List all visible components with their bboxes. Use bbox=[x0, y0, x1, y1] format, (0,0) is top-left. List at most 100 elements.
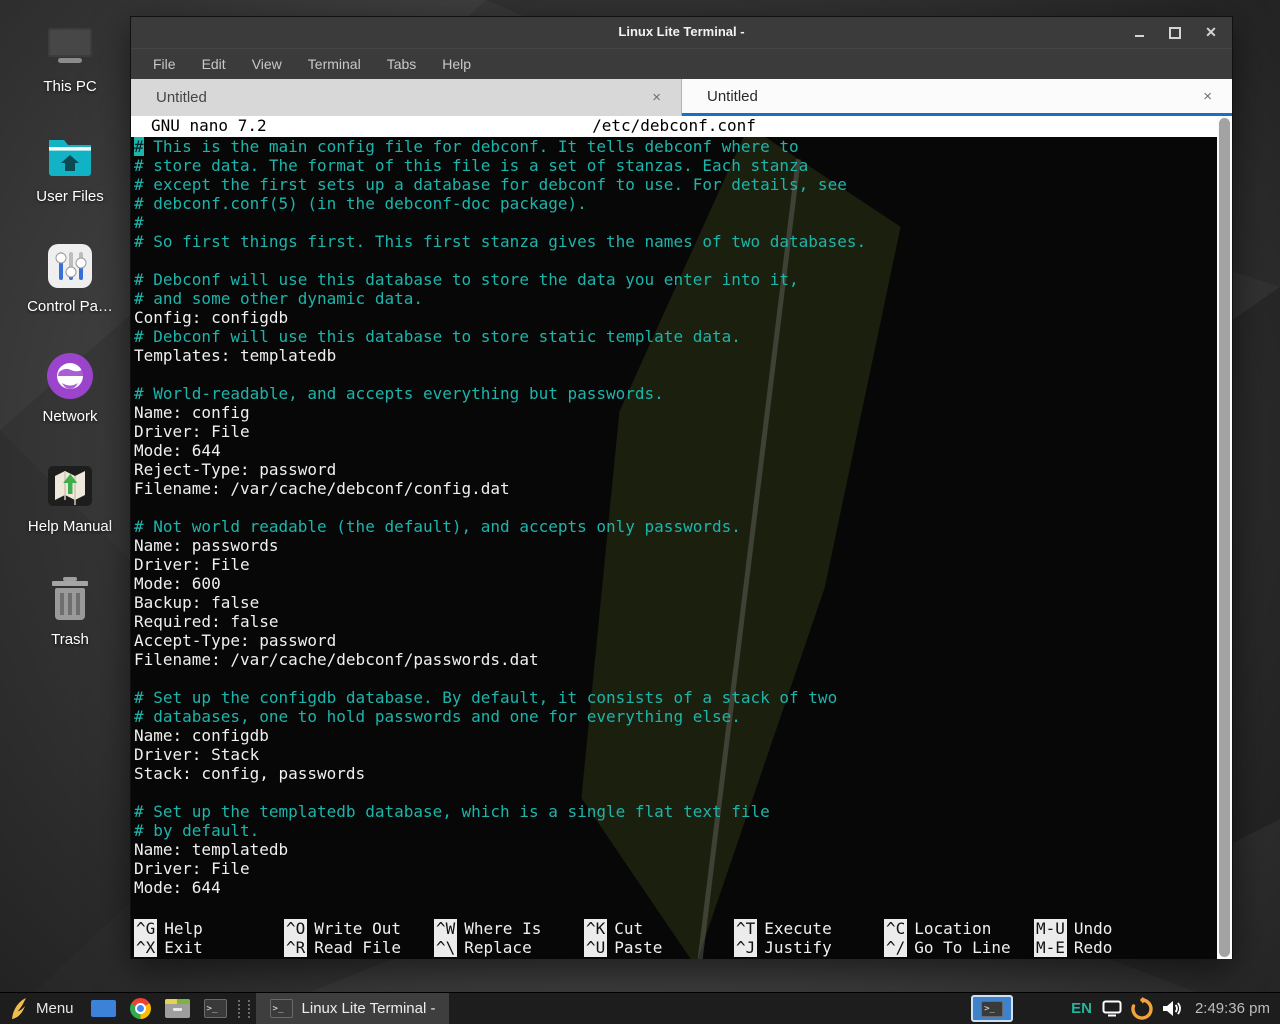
manual-map-icon bbox=[46, 462, 94, 510]
editor-line: Filename: /var/cache/debconf/passwords.d… bbox=[134, 650, 1217, 669]
nano-shortcut: ^/ Go To Line bbox=[884, 938, 1034, 957]
tab-untitled-1[interactable]: Untitled × bbox=[131, 79, 682, 116]
display-settings-icon[interactable] bbox=[1102, 1000, 1122, 1017]
desktop-pager-icon[interactable] bbox=[91, 1000, 116, 1017]
editor-line: Accept-Type: password bbox=[134, 631, 1217, 650]
desktop-icon-this-pc[interactable]: This PC bbox=[8, 22, 132, 95]
nano-shortcut: M-ERedo bbox=[1034, 938, 1112, 957]
menu-item-file[interactable]: File bbox=[140, 56, 189, 72]
editor-line: # Set up the configdb database. By defau… bbox=[134, 688, 1217, 707]
shortcut-label: Go To Line bbox=[914, 938, 1010, 957]
editor-line: Name: passwords bbox=[134, 536, 1217, 555]
minimize-button[interactable] bbox=[1132, 26, 1146, 40]
nano-shortcut: ^X Exit bbox=[134, 938, 284, 957]
terminal-screen[interactable]: GNU nano 7.2 /etc/debconf.conf # This is… bbox=[131, 116, 1217, 959]
desktop-icon-user-files[interactable]: User Files bbox=[8, 132, 132, 205]
editor-line: Required: false bbox=[134, 612, 1217, 631]
desktop-icon-network[interactable]: Network bbox=[8, 352, 132, 425]
editor-line bbox=[134, 783, 1217, 802]
shortcut-label: Exit bbox=[164, 938, 203, 957]
maximize-button[interactable] bbox=[1168, 26, 1182, 40]
task-button-terminal[interactable]: >_ Linux Lite Terminal - bbox=[256, 993, 450, 1024]
menu-item-edit[interactable]: Edit bbox=[189, 56, 239, 72]
home-folder-icon bbox=[46, 132, 94, 180]
shortcut-key: ^/ bbox=[884, 938, 907, 957]
scrollbar[interactable] bbox=[1217, 116, 1232, 959]
terminal-area: GNU nano 7.2 /etc/debconf.conf # This is… bbox=[131, 116, 1232, 959]
desktop-icon-trash[interactable]: Trash bbox=[8, 575, 132, 648]
menu-item-terminal[interactable]: Terminal bbox=[295, 56, 374, 72]
tab-untitled-2[interactable]: Untitled × bbox=[682, 79, 1232, 116]
tray-terminal-icon[interactable]: >_ bbox=[971, 995, 1013, 1022]
shortcut-key: M-U bbox=[1034, 919, 1067, 938]
desktop-icon-help-manual[interactable]: Help Manual bbox=[8, 462, 132, 535]
nano-shortcut: ^GHelp bbox=[134, 919, 284, 938]
nano-titlebar: GNU nano 7.2 /etc/debconf.conf bbox=[131, 116, 1217, 137]
updates-available-icon[interactable] bbox=[1130, 997, 1154, 1021]
globe-icon bbox=[46, 352, 94, 400]
close-button[interactable]: ✕ bbox=[1204, 26, 1218, 40]
shortcut-label: Cut bbox=[614, 919, 643, 938]
shortcut-label: Undo bbox=[1074, 919, 1113, 938]
tab-close-icon[interactable]: × bbox=[1203, 88, 1212, 105]
menu-item-tabs[interactable]: Tabs bbox=[374, 56, 430, 72]
editor-line: Driver: Stack bbox=[134, 745, 1217, 764]
desktop-icon-label: This PC bbox=[8, 78, 132, 95]
editor-line: Name: config bbox=[134, 403, 1217, 422]
menu-button[interactable]: Menu bbox=[0, 993, 84, 1024]
nano-shortcut: ^OWrite Out bbox=[284, 919, 434, 938]
tab-close-icon[interactable]: × bbox=[652, 89, 661, 106]
editor-line bbox=[134, 251, 1217, 270]
this-pc-icon bbox=[46, 22, 94, 70]
menu-button-label: Menu bbox=[36, 1000, 74, 1017]
taskbar-grip[interactable] bbox=[238, 1000, 250, 1018]
menu-item-view[interactable]: View bbox=[239, 56, 295, 72]
editor-line: Mode: 644 bbox=[134, 441, 1217, 460]
scrollbar-thumb[interactable] bbox=[1219, 118, 1230, 957]
nano-shortcut: ^KCut bbox=[584, 919, 734, 938]
clock[interactable]: 2:49:36 pm bbox=[1195, 1000, 1270, 1017]
tab-bar: Untitled × Untitled × bbox=[131, 79, 1232, 116]
shortcut-key: ^O bbox=[284, 919, 307, 938]
shortcut-key: M-E bbox=[1034, 938, 1067, 957]
editor-line: # This is the main config file for debco… bbox=[134, 137, 1217, 156]
terminal-launcher-icon[interactable]: >_ bbox=[204, 999, 227, 1018]
terminal-window: Linux Lite Terminal - ✕ FileEditViewTerm… bbox=[130, 16, 1233, 959]
shortcut-row-top: ^GHelp^OWrite Out^WWhere Is^KCut^TExecut… bbox=[134, 919, 1217, 938]
title-bar[interactable]: Linux Lite Terminal - ✕ bbox=[131, 17, 1232, 49]
desktop-icon-control-panel[interactable]: Control Pa… bbox=[8, 242, 132, 315]
chrome-launcher-icon[interactable] bbox=[130, 998, 151, 1019]
window-controls: ✕ bbox=[1132, 17, 1218, 48]
shortcut-key: ^T bbox=[734, 919, 757, 938]
shortcut-label: Execute bbox=[764, 919, 831, 938]
editor-line bbox=[134, 365, 1217, 384]
editor-line: # store data. The format of this file is… bbox=[134, 156, 1217, 175]
shortcut-key: ^U bbox=[584, 938, 607, 957]
editor-line: # World-readable, and accepts everything… bbox=[134, 384, 1217, 403]
file-manager-icon[interactable] bbox=[165, 999, 190, 1018]
taskbar: Menu >_ >_ Linux Lite Terminal - >_ EN bbox=[0, 992, 1280, 1024]
editor-line: Driver: File bbox=[134, 555, 1217, 574]
editor-line: Driver: File bbox=[134, 422, 1217, 441]
shortcut-key: ^C bbox=[884, 919, 907, 938]
menu-item-help[interactable]: Help bbox=[429, 56, 484, 72]
editor-line: Reject-Type: password bbox=[134, 460, 1217, 479]
editor-line: # Set up the templatedb database, which … bbox=[134, 802, 1217, 821]
volume-icon[interactable] bbox=[1162, 1000, 1181, 1017]
maximize-icon bbox=[1169, 27, 1181, 39]
trash-icon bbox=[46, 575, 94, 623]
shortcut-label: Replace bbox=[464, 938, 531, 957]
keyboard-layout-indicator[interactable]: EN bbox=[1071, 1000, 1092, 1017]
editor-line: Filename: /var/cache/debconf/config.dat bbox=[134, 479, 1217, 498]
editor-line: # Debconf will use this database to stor… bbox=[134, 327, 1217, 346]
editor-line: # and some other dynamic data. bbox=[134, 289, 1217, 308]
shortcut-key: ^X bbox=[134, 938, 157, 957]
nano-shortcut: ^JJustify bbox=[734, 938, 884, 957]
terminal-icon: >_ bbox=[270, 999, 293, 1018]
sliders-icon bbox=[46, 242, 94, 290]
nano-shortcut: M-U Undo bbox=[1034, 919, 1112, 938]
taskbar-tray: >_ EN 2: bbox=[971, 993, 1280, 1024]
desktop: This PC User Files bbox=[0, 0, 1280, 1024]
nano-shortcut: ^\Replace bbox=[434, 938, 584, 957]
shortcut-row-bottom: ^XExit^RRead File^\Replace^UPaste^JJusti… bbox=[134, 938, 1217, 957]
